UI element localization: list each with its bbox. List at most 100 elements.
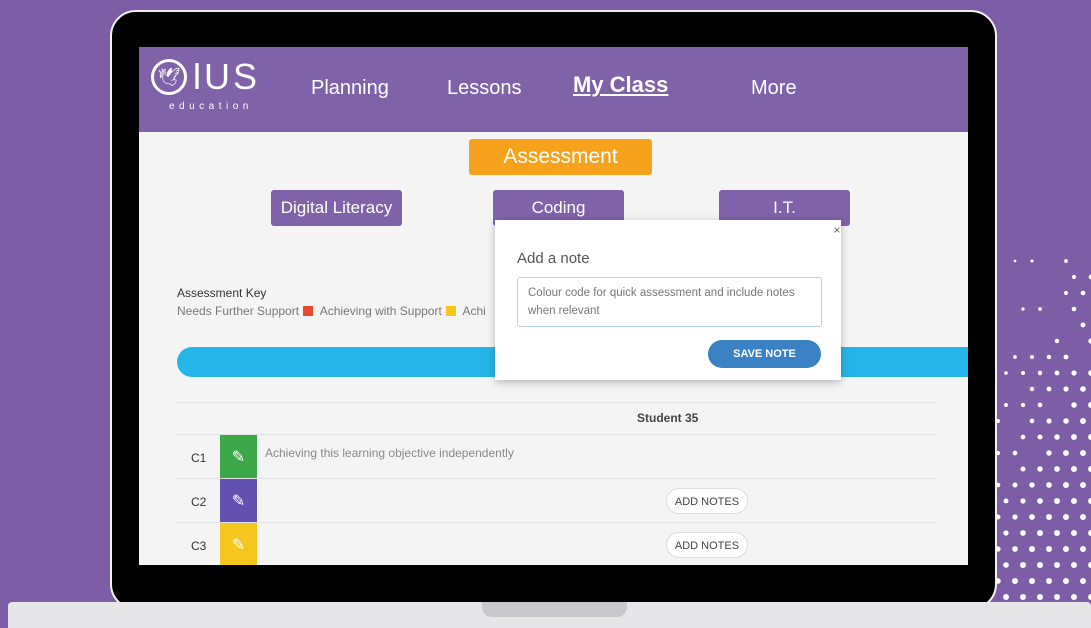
decorative-dot [1021, 435, 1026, 440]
decorative-dot [1054, 498, 1060, 504]
decorative-dot [1037, 434, 1042, 439]
decorative-dot [1080, 450, 1086, 456]
decorative-dot [1012, 514, 1017, 519]
subject-digital-literacy[interactable]: Digital Literacy [271, 190, 402, 226]
row-label-c1: C1 [191, 451, 206, 465]
table-divider [177, 402, 937, 403]
status-cell-c3[interactable]: ✎ [220, 523, 257, 565]
decorative-dot [1013, 483, 1018, 488]
nav-planning[interactable]: Planning [311, 75, 389, 101]
add-notes-button-c3[interactable]: ADD NOTES [666, 532, 748, 558]
decorative-dot [1055, 371, 1060, 376]
decorative-dot [1030, 355, 1034, 359]
decorative-dot [1012, 546, 1018, 552]
decorative-dot [1063, 546, 1069, 552]
assessment-key-legend: Needs Further Support Achieving with Sup… [177, 304, 497, 318]
decorative-dot [1020, 594, 1026, 600]
decorative-dot [1012, 578, 1018, 584]
nav-my-class[interactable]: My Class [573, 72, 668, 98]
nav-more[interactable]: More [751, 75, 797, 101]
row-label-c2: C2 [191, 495, 206, 509]
decorative-dot [1003, 562, 1009, 568]
decorative-dot [1014, 260, 1017, 263]
brand-logo[interactable]: 🕊 lUS education [151, 57, 276, 117]
decorative-dot [1071, 530, 1077, 536]
decorative-dot [1063, 418, 1069, 424]
close-icon[interactable]: × [831, 223, 843, 237]
decorative-dot [1054, 594, 1060, 600]
decorative-dot [1037, 530, 1043, 536]
red-swatch-icon [303, 306, 313, 316]
decorative-dot [1004, 499, 1009, 504]
decorative-dot [1029, 546, 1035, 552]
assessment-button[interactable]: Assessment [469, 139, 652, 175]
table-divider [177, 478, 937, 479]
logo-subtitle: education [169, 101, 253, 112]
decorative-dot [1020, 498, 1025, 503]
decorative-dot [1063, 514, 1069, 520]
decorative-dot [1037, 498, 1043, 504]
decorative-dot [1071, 370, 1076, 375]
laptop-notch [482, 602, 627, 617]
decorative-dot [1046, 482, 1052, 488]
decorative-dot [1064, 259, 1068, 263]
decorative-dot [1081, 323, 1086, 328]
decorative-dot [1054, 434, 1059, 439]
decorative-dot [1071, 562, 1077, 568]
row-note-c1: Achieving this learning objective indepe… [265, 446, 514, 460]
decorative-dot [1063, 386, 1068, 391]
decorative-dot [1013, 451, 1018, 456]
logo-text: lUS [193, 57, 260, 97]
nav-lessons[interactable]: Lessons [447, 75, 522, 101]
decorative-dot [1003, 594, 1009, 600]
decorative-dot [1054, 530, 1060, 536]
decorative-dot [1020, 466, 1025, 471]
decorative-dot [1003, 530, 1008, 535]
edit-icon: ✎ [232, 447, 245, 467]
decorative-dot [1080, 578, 1086, 584]
table-divider [177, 434, 937, 435]
decorative-dot [1071, 594, 1077, 600]
row-label-c3: C3 [191, 539, 206, 553]
add-notes-button-c2[interactable]: ADD NOTES [666, 488, 748, 514]
decorative-dot [1072, 307, 1077, 312]
decorative-dot [1037, 466, 1042, 471]
status-cell-c1[interactable]: ✎ [220, 435, 257, 478]
decorative-dot [1080, 418, 1086, 424]
key-label-needs-support: Needs Further Support [177, 304, 299, 318]
top-navbar: 🕊 lUS education Planning Lessons My Clas… [139, 47, 968, 132]
save-note-button[interactable]: SAVE NOTE [708, 340, 821, 368]
decorative-dot [1004, 371, 1008, 375]
decorative-dot [1030, 387, 1034, 391]
decorative-dot [1029, 482, 1034, 487]
decorative-dot [1046, 514, 1052, 520]
decorative-dot [1080, 514, 1086, 520]
edit-icon: ✎ [232, 491, 245, 511]
decorative-dots [990, 255, 1091, 600]
decorative-dot [1063, 578, 1069, 584]
yellow-swatch-icon [446, 306, 456, 316]
decorative-dot [1046, 546, 1052, 552]
decorative-dot [1054, 562, 1060, 568]
decorative-dot [1064, 355, 1069, 360]
decorative-dot [1046, 450, 1051, 455]
decorative-dot [1013, 355, 1017, 359]
decorative-dot [1064, 291, 1068, 295]
decorative-dot [1030, 419, 1035, 424]
decorative-dot [1030, 259, 1033, 262]
decorative-dot [1029, 578, 1035, 584]
app-screen: 🕊 lUS education Planning Lessons My Clas… [139, 47, 968, 565]
decorative-dot [1080, 546, 1086, 552]
decorative-dot [1037, 594, 1043, 600]
decorative-dot [1071, 466, 1077, 472]
decorative-dot [1037, 562, 1043, 568]
status-cell-c2[interactable]: ✎ [220, 479, 257, 522]
edit-icon: ✎ [232, 535, 245, 555]
decorative-dot [1071, 434, 1077, 440]
note-textarea[interactable]: Colour code for quick assessment and inc… [517, 277, 822, 327]
table-divider [177, 522, 937, 523]
decorative-dot [1038, 403, 1043, 408]
decorative-dot [1021, 403, 1025, 407]
decorative-dot [1046, 578, 1052, 584]
key-label-with-support: Achieving with Support [320, 304, 442, 318]
